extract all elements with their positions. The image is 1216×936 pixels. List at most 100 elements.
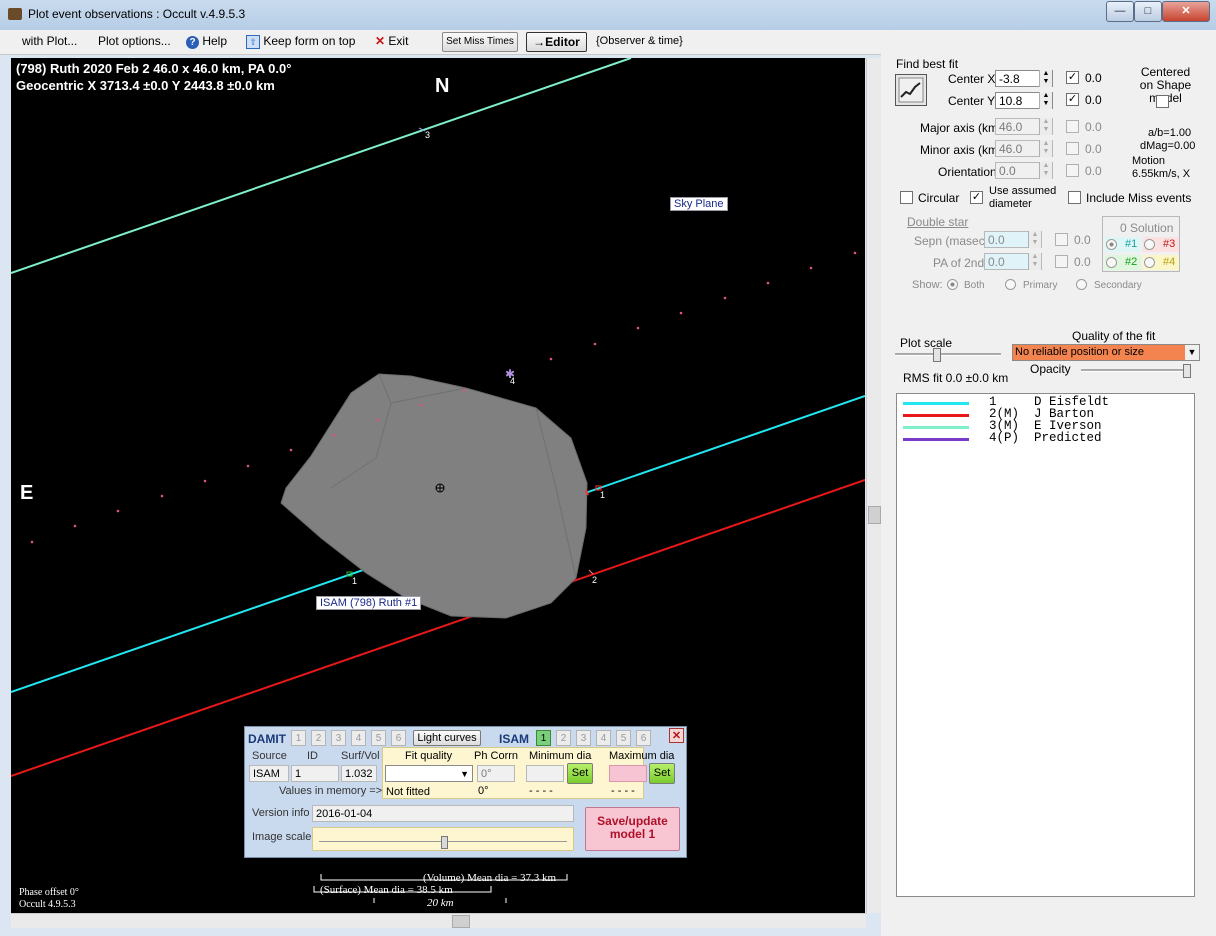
ph-corrn-field[interactable]: 0° <box>477 765 515 782</box>
solution-2-radio[interactable] <box>1106 257 1117 268</box>
isam-5-button[interactable]: 5 <box>616 730 631 746</box>
solution-4[interactable]: #4 <box>1143 255 1179 270</box>
center-x-spinner[interactable]: ▲ ▼ <box>1039 70 1052 87</box>
opacity-thumb[interactable] <box>1183 364 1191 378</box>
chord-label-4: 4 <box>510 376 516 386</box>
solution-4-radio[interactable] <box>1144 257 1155 268</box>
center-y-label: Center Y <box>948 94 996 108</box>
values-in-memory-label: Values in memory => <box>279 785 383 797</box>
use-assumed-diameter-checkbox[interactable]: ✓ <box>970 191 983 204</box>
quality-title: Quality of the fit <box>1072 329 1156 343</box>
isam-3-button[interactable]: 3 <box>576 730 591 746</box>
orientation-fix-checkbox[interactable] <box>1066 164 1079 177</box>
isam-1-button[interactable]: 1 <box>536 730 551 746</box>
editor-button[interactable]: →Editor <box>526 32 587 52</box>
damit-6-button[interactable]: 6 <box>391 730 406 746</box>
set-miss-times-button[interactable]: Set Miss Times <box>442 32 518 52</box>
isam-4-button[interactable]: 4 <box>596 730 611 746</box>
opacity-label: Opacity <box>1030 362 1071 376</box>
opacity-slider[interactable] <box>1081 364 1191 378</box>
include-miss-events-checkbox[interactable] <box>1068 191 1081 204</box>
menu-exit-label: Exit <box>388 34 409 48</box>
ab-ratio-label: a/b=1.00 <box>1148 127 1192 139</box>
sepn-spinner[interactable]: ▲ ▼ <box>1028 231 1041 248</box>
menu-help-label: Help <box>202 34 228 48</box>
chord-label-1b: 1 <box>352 576 358 586</box>
plot-header-line1: (798) Ruth 2020 Feb 2 46.0 x 46.0 km, PA… <box>16 61 292 76</box>
menu-keep-on-top[interactable]: ⇧ Keep form on top <box>246 34 355 49</box>
solution-3-radio[interactable] <box>1144 239 1155 250</box>
damit-2-button[interactable]: 2 <box>311 730 326 746</box>
version-info-label: Version info <box>252 807 310 819</box>
legend-line-3 <box>903 426 969 429</box>
find-best-fit-button[interactable] <box>895 74 927 106</box>
close-panel-icon[interactable]: ✕ <box>669 728 684 743</box>
image-scale-slider[interactable] <box>312 827 574 851</box>
close-window-button[interactable]: ✕ <box>1162 1 1210 22</box>
solution-3[interactable]: #3 <box>1143 237 1179 252</box>
horizontal-scroll-thumb[interactable] <box>452 915 470 928</box>
show-both-radio[interactable] <box>947 279 958 290</box>
solution-1[interactable]: #1 <box>1105 237 1141 252</box>
surface-mean-dia: (Surface) Mean dia = 38.5 km <box>320 884 453 896</box>
solution-2[interactable]: #2 <box>1105 255 1141 270</box>
plot-scale-thumb[interactable] <box>933 348 941 362</box>
minor-axis-spinner[interactable]: ▲ ▼ <box>1039 140 1052 157</box>
chord-label-3: 3 <box>425 130 431 140</box>
menu-with-plot[interactable]: with Plot... <box>22 34 77 48</box>
legend-line-4 <box>903 438 969 441</box>
min-dia-set-button[interactable]: Set <box>567 763 593 784</box>
min-dia-header: Minimum dia <box>529 750 592 762</box>
asteroid-shape-model <box>280 373 588 619</box>
min-dia-field[interactable] <box>526 765 564 782</box>
menu-help[interactable]: ? Help <box>186 34 227 49</box>
light-curves-button[interactable]: Light curves <box>413 730 481 746</box>
major-axis-fix-checkbox[interactable] <box>1066 120 1079 133</box>
max-dia-set-button[interactable]: Set <box>649 763 675 784</box>
center-x-fix-checkbox[interactable]: ✓ <box>1066 71 1079 84</box>
pa-fix-checkbox[interactable] <box>1055 255 1068 268</box>
show-both-label: Both <box>964 280 985 291</box>
show-primary-radio[interactable] <box>1005 279 1016 290</box>
solution-1-radio[interactable] <box>1106 239 1117 250</box>
centered-on-shape-checkbox[interactable] <box>1156 95 1169 108</box>
orientation-spinner[interactable]: ▲ ▼ <box>1039 162 1052 179</box>
exit-icon: ✕ <box>375 34 386 48</box>
plot-horizontal-scrollbar[interactable] <box>11 913 866 928</box>
max-dia-field[interactable] <box>609 765 647 782</box>
damit-1-button[interactable]: 1 <box>291 730 306 746</box>
find-best-fit-label: Find best fit <box>896 57 959 71</box>
major-axis-label: Major axis (km) <box>920 121 1003 135</box>
sepn-fix-checkbox[interactable] <box>1055 233 1068 246</box>
damit-4-button[interactable]: 4 <box>351 730 366 746</box>
vertical-scroll-thumb[interactable] <box>868 506 881 524</box>
damit-3-button[interactable]: 3 <box>331 730 346 746</box>
image-scale-thumb[interactable] <box>441 836 448 849</box>
include-miss-events-label: Include Miss events <box>1086 191 1192 205</box>
maximize-button[interactable]: □ <box>1134 1 1162 22</box>
menu-exit[interactable]: ✕ Exit <box>375 34 408 48</box>
minor-axis-fix-checkbox[interactable] <box>1066 142 1079 155</box>
circular-checkbox[interactable] <box>900 191 913 204</box>
max-dia-memory: - - - - <box>611 785 635 797</box>
pa-label: PA of 2nd <box>933 256 985 270</box>
fit-quality-select[interactable]: ▼ <box>385 765 473 782</box>
major-axis-spinner[interactable]: ▲ ▼ <box>1039 118 1052 135</box>
center-y-fix-checkbox[interactable]: ✓ <box>1066 93 1079 106</box>
center-y-spinner[interactable]: ▲ ▼ <box>1039 92 1052 109</box>
menu-plot-options[interactable]: Plot options... <box>98 34 171 48</box>
isam-2-button[interactable]: 2 <box>556 730 571 746</box>
source-field: ISAM <box>249 765 289 782</box>
double-star-title: Double star <box>907 215 969 229</box>
plot-scale-slider[interactable] <box>895 348 1001 362</box>
pa-spinner[interactable]: ▲ ▼ <box>1028 253 1041 270</box>
plot-vertical-scrollbar[interactable] <box>866 58 881 913</box>
minimize-button[interactable]: — <box>1106 1 1134 22</box>
solution-title: 0 Solution <box>1120 221 1174 235</box>
solution-3-label: #3 <box>1163 238 1176 250</box>
damit-5-button[interactable]: 5 <box>371 730 386 746</box>
quality-dropdown[interactable]: No reliable position or size ▼ <box>1012 344 1200 361</box>
save-update-model-button[interactable]: Save/update model 1 <box>585 807 680 851</box>
show-secondary-radio[interactable] <box>1076 279 1087 290</box>
isam-6-button[interactable]: 6 <box>636 730 651 746</box>
